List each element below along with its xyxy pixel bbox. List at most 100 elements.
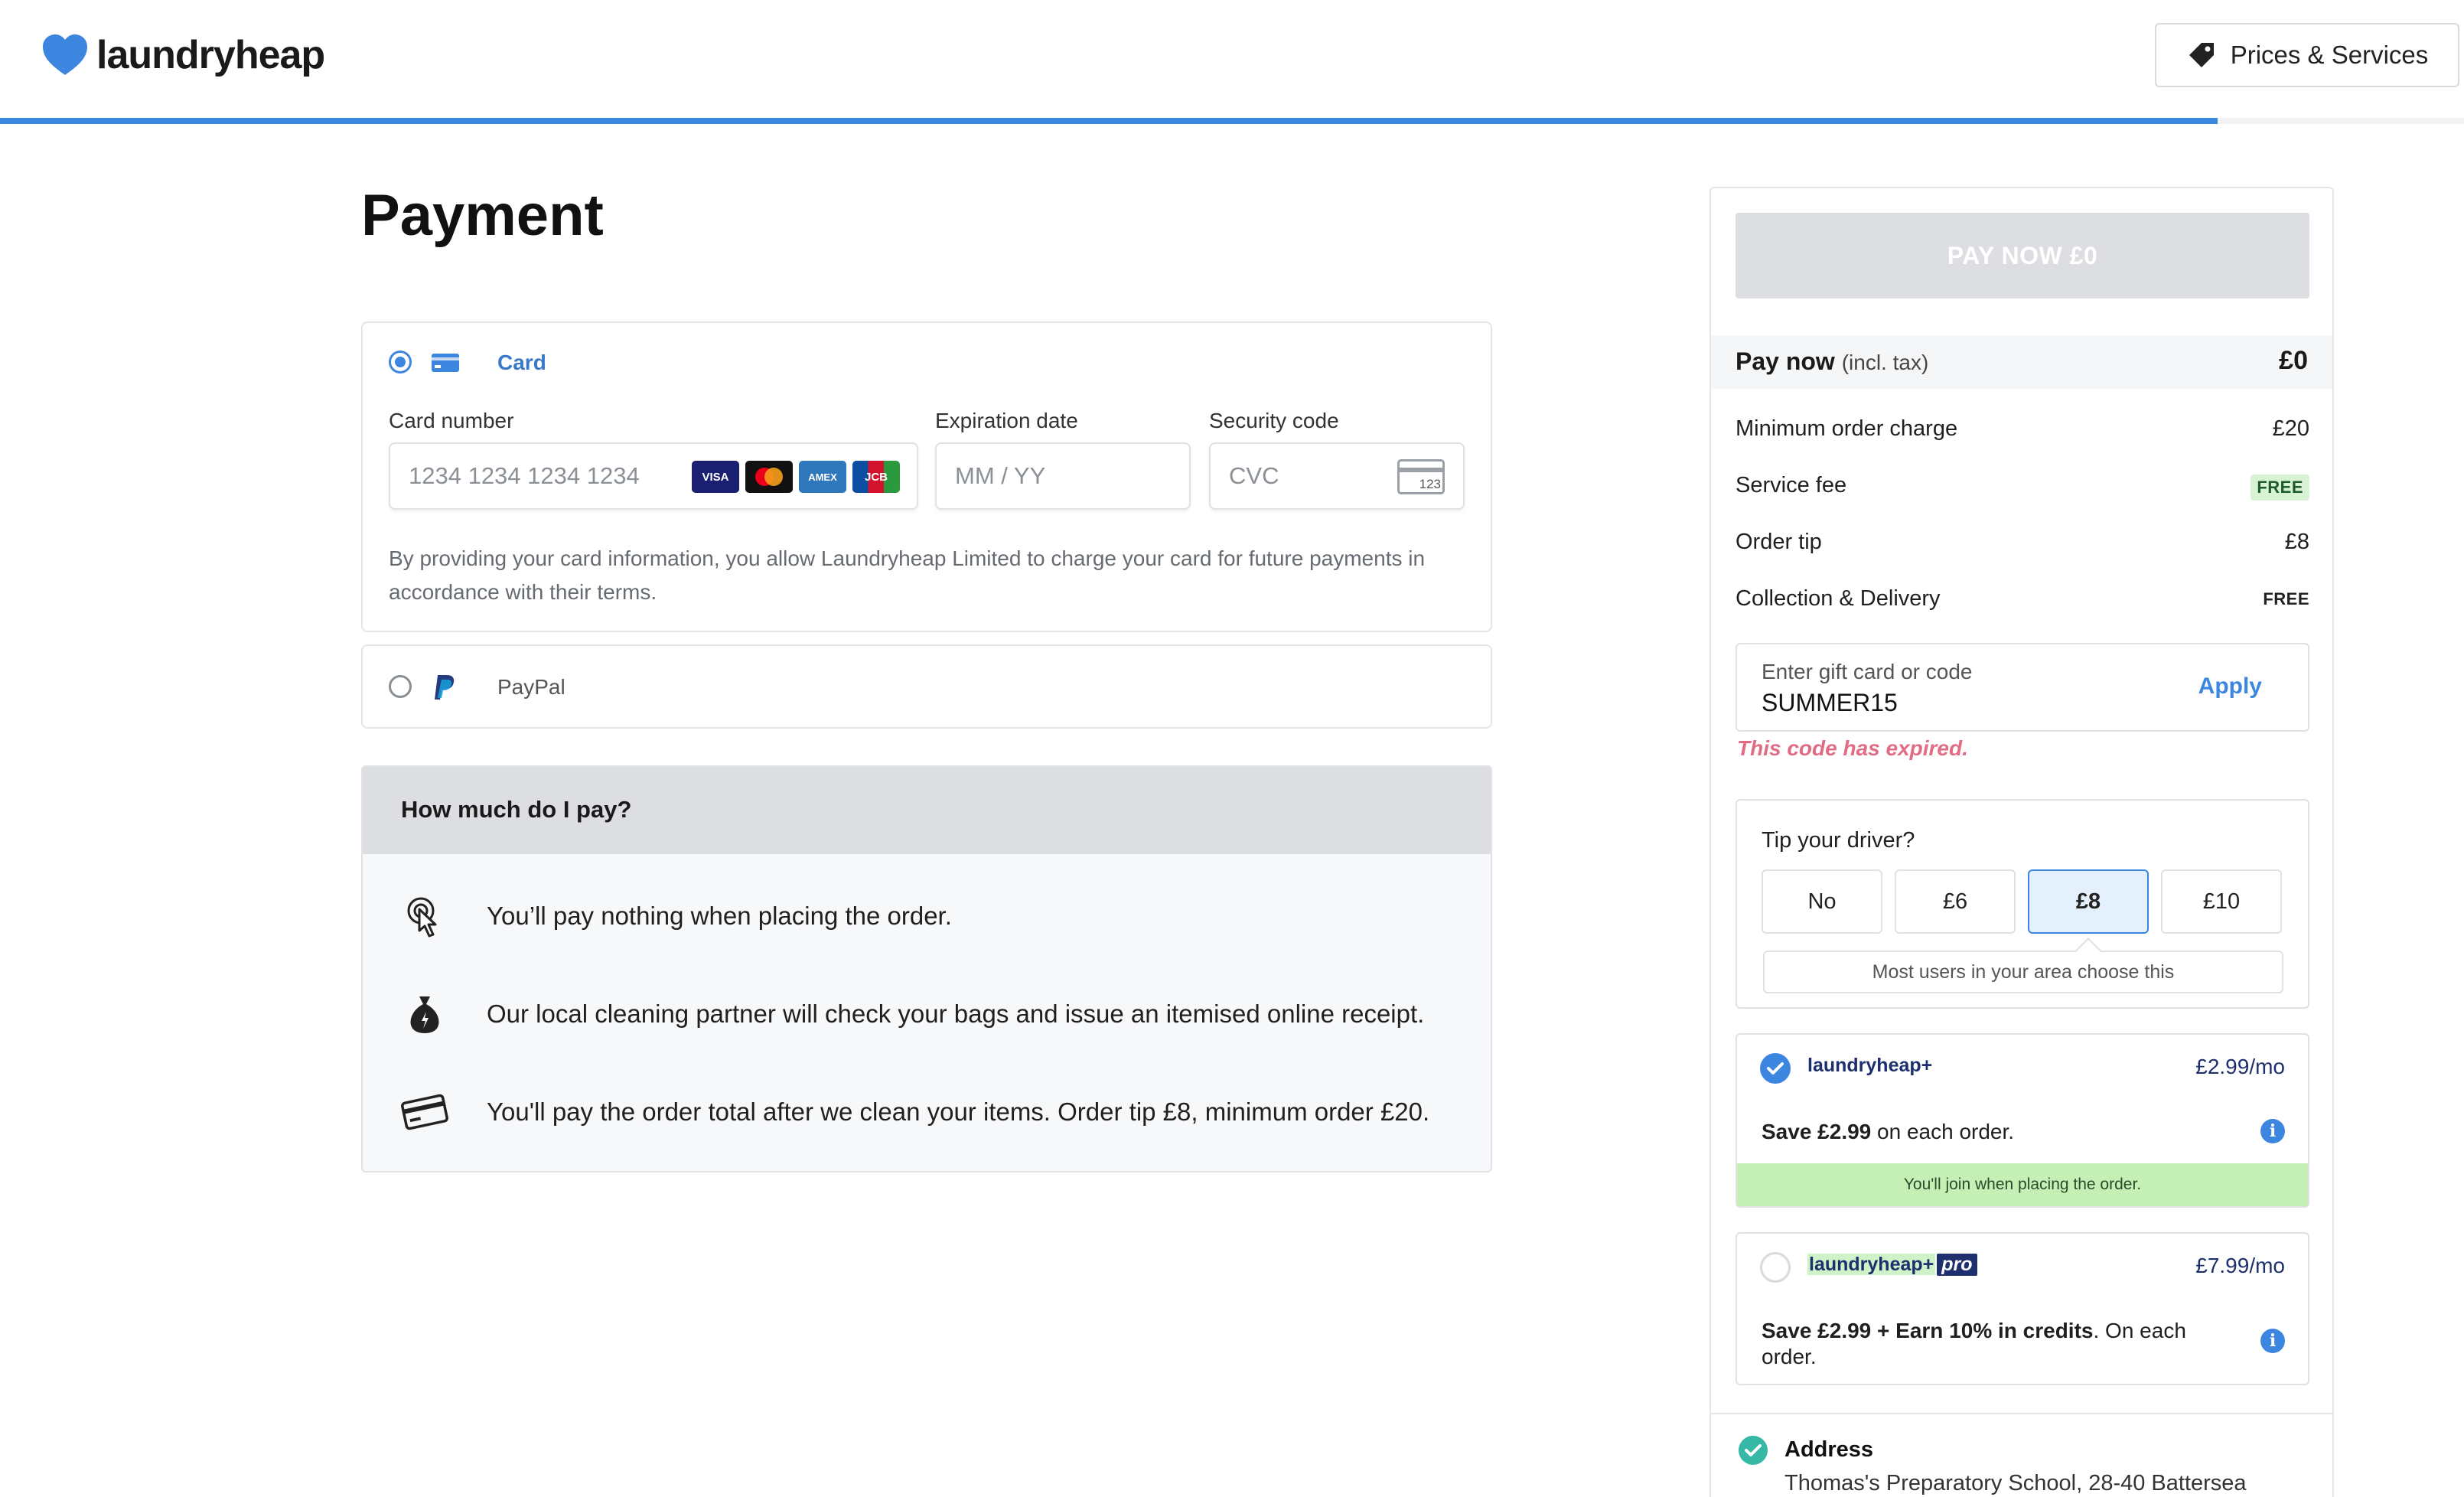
- jcb-icon: JCB: [852, 461, 900, 493]
- card-number-placeholder: 1234 1234 1234 1234: [409, 462, 640, 489]
- tap-icon: [407, 897, 437, 938]
- amex-icon: AMEX: [799, 461, 846, 493]
- pay-now-row: Pay now (incl. tax) £0: [1711, 335, 2332, 389]
- apply-code-button[interactable]: Apply: [2198, 673, 2262, 700]
- card-payment-option[interactable]: Card Card number 1234 1234 1234 1234 VIS…: [361, 321, 1492, 632]
- plan-laundryheap-plus[interactable]: laundryheap+ £2.99/mo Save £2.99 on each…: [1736, 1033, 2309, 1208]
- page-title: Payment: [361, 183, 604, 248]
- order-summary-sidebar: PAY NOW £0 Pay now (incl. tax) £0 Minimu…: [1709, 187, 2334, 1497]
- plan-pro-desc: Save £2.99 + Earn 10% in credits. On eac…: [1762, 1318, 2221, 1370]
- tip-option-6[interactable]: £6: [1895, 869, 2016, 934]
- order-tip-value: £8: [2284, 530, 2309, 554]
- plan-plus-desc: Save £2.99 on each order.: [1762, 1119, 2014, 1145]
- address-text: Thomas's Preparatory School, 28-40 Batte…: [1784, 1471, 2247, 1495]
- paypal-payment-option[interactable]: PayPal: [361, 644, 1492, 729]
- address-title: Address: [1784, 1437, 1874, 1462]
- plan-pro-desc-bold: Save £2.99 + Earn 10% in credits: [1762, 1319, 2094, 1342]
- plan-pro-name: laundryheap+: [1807, 1254, 1936, 1275]
- visa-icon: VISA: [692, 461, 739, 493]
- pay-now-value: £0: [2279, 346, 2308, 375]
- service-fee-label: Service fee: [1736, 473, 1847, 497]
- minimum-order-value: £20: [2272, 416, 2309, 441]
- plan-pro-name-group: laundryheap+ pro: [1807, 1254, 1977, 1276]
- heart-logo-icon: [43, 34, 87, 75]
- gift-code-placeholder: Enter gift card or code: [1762, 660, 1973, 683]
- plan-plus-info-icon[interactable]: i: [2260, 1119, 2285, 1143]
- logo-text: laundryheap: [96, 33, 325, 77]
- tip-option-no[interactable]: No: [1762, 869, 1882, 934]
- card-radio[interactable]: [389, 351, 412, 373]
- pay-now-label-group: Pay now (incl. tax): [1736, 347, 1928, 376]
- plan-pro-badge: pro: [1937, 1254, 1977, 1276]
- plan-plus-check-icon[interactable]: [1760, 1053, 1791, 1084]
- gift-code-value[interactable]: SUMMER15: [1762, 689, 1898, 717]
- address-check-icon: [1739, 1436, 1768, 1465]
- service-fee-row: Service fee FREE: [1736, 473, 2309, 507]
- money-bag-icon: [410, 996, 439, 1033]
- plan-plus-join-note: You'll join when placing the order.: [1737, 1163, 2308, 1206]
- collection-delivery-label: Collection & Delivery: [1736, 586, 1941, 611]
- credit-card-icon: [401, 1094, 448, 1130]
- pay-now-note: (incl. tax): [1841, 351, 1929, 374]
- progress-bar-fill: [0, 118, 2218, 124]
- gift-code-input[interactable]: Enter gift card or code SUMMER15 Apply: [1736, 643, 2309, 732]
- plan-pro-price: £7.99/mo: [2195, 1254, 2285, 1277]
- how-item-1-text: You’ll pay nothing when placing the orde…: [487, 902, 952, 930]
- minimum-order-row: Minimum order charge £20: [1736, 416, 2309, 450]
- tip-driver-panel: Tip your driver? No £6 £8 £10 Most users…: [1736, 799, 2309, 1009]
- cvc-card-icon: 123: [1397, 459, 1445, 494]
- cvc-input[interactable]: CVC 123: [1209, 442, 1465, 510]
- expiry-input[interactable]: MM / YY: [935, 442, 1191, 510]
- cvc-placeholder: CVC: [1229, 462, 1279, 489]
- progress-bar: [0, 118, 2464, 124]
- gift-code-error: This code has expired.: [1737, 736, 1968, 760]
- paypal-radio[interactable]: [389, 675, 412, 698]
- order-tip-label: Order tip: [1736, 530, 1822, 554]
- prices-services-label: Prices & Services: [2230, 41, 2429, 69]
- tip-popular-note: Most users in your area choose this: [1763, 951, 2283, 993]
- plan-plus-desc-bold: Save £2.99: [1762, 1120, 1872, 1143]
- how-item-1: You’ll pay nothing when placing the orde…: [401, 889, 952, 943]
- card-brands: VISA AMEX JCB: [692, 461, 900, 493]
- tip-option-10[interactable]: £10: [2161, 869, 2282, 934]
- logo[interactable]: laundryheap: [41, 31, 325, 80]
- card-number-input[interactable]: 1234 1234 1234 1234 VISA AMEX JCB: [389, 442, 918, 510]
- how-item-3-text: You'll pay the order total after we clea…: [487, 1097, 1430, 1126]
- tip-driver-title: Tip your driver?: [1762, 828, 1915, 853]
- service-fee-free-badge: FREE: [2251, 475, 2309, 501]
- prices-services-button[interactable]: Prices & Services: [2155, 23, 2459, 87]
- plan-plus-desc-rest: on each order.: [1871, 1120, 2015, 1143]
- top-header: laundryheap Prices & Services: [0, 0, 2464, 124]
- address-divider: [1711, 1413, 2332, 1414]
- how-item-2: Our local cleaning partner will check yo…: [401, 987, 1424, 1041]
- expiry-placeholder: MM / YY: [955, 462, 1046, 489]
- card-number-label: Card number: [389, 409, 514, 432]
- cvc-icon-text: 123: [1419, 477, 1441, 491]
- how-much-header: How much do I pay?: [363, 767, 1491, 854]
- tip-option-8[interactable]: £8: [2028, 869, 2149, 934]
- plan-pro-check-icon[interactable]: [1760, 1252, 1791, 1283]
- price-tag-icon: [2189, 43, 2214, 67]
- plan-laundryheap-plus-pro[interactable]: laundryheap+ pro £7.99/mo Save £2.99 + Ea…: [1736, 1232, 2309, 1385]
- how-much-panel: How much do I pay? You’ll pay nothing wh…: [361, 765, 1492, 1172]
- how-much-title: How much do I pay?: [401, 796, 632, 823]
- mastercard-icon: [745, 461, 793, 493]
- expiry-label: Expiration date: [935, 409, 1078, 432]
- how-item-2-text: Our local cleaning partner will check yo…: [487, 1000, 1425, 1028]
- collection-delivery-free: FREE: [2263, 589, 2309, 608]
- card-icon: [432, 354, 459, 372]
- paypal-icon: [435, 675, 455, 700]
- card-consent-text: By providing your card information, you …: [389, 546, 1426, 604]
- card-label: Card: [497, 351, 546, 374]
- order-tip-row: Order tip £8: [1736, 530, 2309, 563]
- plan-plus-price: £2.99/mo: [2195, 1055, 2285, 1078]
- plan-pro-info-icon[interactable]: i: [2260, 1329, 2285, 1353]
- plan-plus-name: laundryheap+: [1807, 1055, 1933, 1076]
- pay-now-button[interactable]: PAY NOW £0: [1736, 213, 2309, 298]
- pay-now-label: Pay now: [1736, 347, 1835, 375]
- cvc-label: Security code: [1209, 409, 1339, 432]
- minimum-order-label: Minimum order charge: [1736, 416, 1958, 441]
- paypal-label: PayPal: [497, 675, 565, 699]
- collection-delivery-row: Collection & Delivery FREE: [1736, 586, 2309, 620]
- how-item-3: You'll pay the order total after we clea…: [401, 1085, 1429, 1139]
